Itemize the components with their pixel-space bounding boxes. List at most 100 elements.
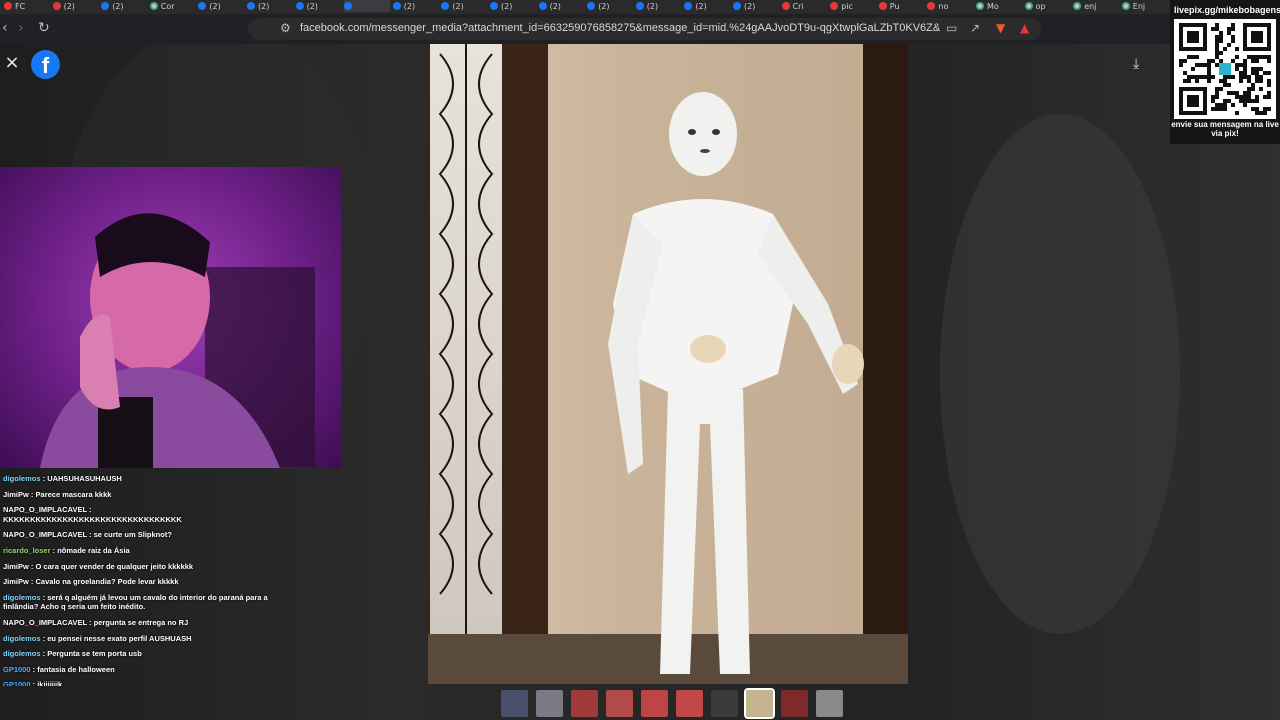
media-thumbnail[interactable] <box>711 690 738 717</box>
cast-icon[interactable]: ▭ <box>946 21 957 35</box>
url-text[interactable]: facebook.com/messenger_media?attachment_… <box>300 22 940 34</box>
qr-code-icon <box>1174 19 1276 119</box>
browser-tab[interactable]: (2) <box>733 0 779 12</box>
chat-text: se curte um Slipknot? <box>93 530 172 540</box>
chat-username[interactable]: NAPO_O_IMPLACAVEL <box>3 505 87 514</box>
tab-label: no <box>938 1 949 11</box>
chat-text: UAHSUHASUHAUSH <box>47 474 122 483</box>
browser-tab[interactable]: Cri <box>781 0 828 12</box>
tab-label: (2) <box>63 1 75 11</box>
browser-tab-strip: FC (2) (2) Cor (2) (2) (2) (2) (2) (2) (2) (2) (2) (2… <box>0 0 1280 14</box>
chrome-icon <box>149 2 158 10</box>
browser-tab[interactable]: Cor <box>149 0 196 12</box>
chat-text: nômade raiz da Ásia <box>57 545 130 555</box>
share-icon[interactable]: ↗ <box>970 21 980 35</box>
media-thumbnail[interactable] <box>501 690 528 717</box>
chat-username[interactable]: JimiPw <box>3 562 29 571</box>
streamer-silhouette <box>40 213 315 468</box>
chat-username[interactable]: NAPO_O_IMPLACAVEL <box>3 618 87 627</box>
chat-separator: : <box>28 489 36 499</box>
download-icon[interactable]: ⤓ <box>1133 56 1139 72</box>
chat-text: Cavalo na groelandia? Pode levar kkkkk <box>35 577 179 587</box>
browser-tab[interactable]: (2) <box>441 0 487 12</box>
tab-label: (2) <box>258 1 270 11</box>
chat-username[interactable]: NAPO_O_IMPLACAVEL <box>3 530 87 539</box>
tab-label: Enj <box>1132 1 1146 11</box>
address-bar[interactable]: ⚙︎ facebook.com/messenger_media?attachme… <box>248 18 1041 40</box>
browser-tab[interactable]: Pu <box>878 0 925 12</box>
browser-tab[interactable]: op <box>1024 0 1071 12</box>
youtube-icon <box>927 2 936 10</box>
media-thumbnail[interactable] <box>606 690 633 717</box>
forward-icon[interactable]: › <box>18 20 24 36</box>
tab-label: (2) <box>403 1 416 11</box>
chat-username[interactable]: digolemos <box>3 593 41 602</box>
facebook-icon <box>101 2 110 10</box>
media-thumbnail[interactable] <box>536 690 563 717</box>
tab-label: (2) <box>306 1 318 11</box>
chat-username[interactable]: digolemos <box>3 474 41 483</box>
browser-tab[interactable]: (2) <box>295 0 342 12</box>
browser-tab[interactable]: (2) <box>587 0 633 12</box>
chat-message: NAPO_O_IMPLACAVEL : se curte um Slipknot… <box>3 530 272 540</box>
chat-text: pergunta se entrega no RJ <box>93 617 189 627</box>
browser-tab[interactable]: (2) <box>198 0 244 12</box>
chat-message: digolemos : será q alguém já levou um ca… <box>3 593 272 612</box>
browser-tab[interactable]: (2) <box>101 0 147 12</box>
browser-tab[interactable]: (2) <box>538 0 585 12</box>
chat-username[interactable]: digolemos <box>3 649 41 658</box>
media-thumbnail[interactable] <box>641 690 668 717</box>
tab-label: (2) <box>209 1 221 11</box>
browser-tab[interactable]: pic <box>830 0 876 12</box>
facebook-logo[interactable]: f <box>31 50 60 79</box>
chat-username[interactable]: ricardo_loser <box>3 546 51 555</box>
reload-icon[interactable]: ↻ <box>38 20 50 36</box>
media-thumbnail[interactable] <box>676 690 703 717</box>
browser-tab[interactable]: (2) <box>684 0 730 12</box>
chrome-icon <box>976 2 984 10</box>
chat-message: JimiPw : O cara quer vender de qualquer … <box>3 562 272 572</box>
facebook-icon <box>490 2 498 10</box>
chat-username[interactable]: GP1000 <box>3 665 31 674</box>
media-thumbnail[interactable] <box>816 690 843 717</box>
browser-tab[interactable]: (2) <box>392 0 439 12</box>
chat-text: fantasia de halloween <box>37 664 115 674</box>
browser-tab[interactable]: Mo <box>976 0 1022 12</box>
tab-label: op <box>1035 1 1046 11</box>
media-thumbnail[interactable] <box>781 690 808 717</box>
brave-rewards-icon[interactable]: ▲ <box>1020 21 1029 35</box>
tab-label: FC <box>15 1 26 11</box>
brave-shield-icon[interactable]: ▼ <box>996 21 1005 35</box>
chat-message: digolemos : Pergunta se tem porta usb <box>3 649 272 659</box>
close-icon[interactable]: × <box>3 54 21 72</box>
browser-tab[interactable]: (2) <box>52 0 99 12</box>
browser-tab[interactable]: FC <box>4 0 50 12</box>
media-thumbnail[interactable] <box>571 690 598 717</box>
tab-label: (2) <box>646 1 659 11</box>
media-thumbnail[interactable] <box>744 688 775 719</box>
chat-username[interactable]: JimiPw <box>3 577 29 586</box>
chat-separator: : <box>86 505 92 515</box>
thumbnail-strip <box>501 688 843 719</box>
tab-label: Mo <box>987 1 999 11</box>
facebook-icon <box>733 2 741 10</box>
site-info-icon[interactable]: ⚙︎ <box>280 21 291 35</box>
facebook-icon <box>684 2 693 10</box>
tab-label: (2) <box>501 1 513 11</box>
browser-tab[interactable]: (2) <box>635 0 682 12</box>
tab-label: (2) <box>112 1 124 11</box>
chat-username[interactable]: digolemos <box>3 634 41 643</box>
back-icon[interactable]: ‹ <box>2 20 8 36</box>
browser-tab[interactable]: Enj <box>1121 0 1168 12</box>
browser-tab[interactable]: (2) <box>490 0 536 12</box>
browser-tab[interactable] <box>344 0 391 12</box>
browser-tab[interactable]: enj <box>1073 0 1119 12</box>
browser-tab[interactable]: (2) <box>247 0 293 12</box>
tab-label: (2) <box>744 1 756 11</box>
youtube-icon <box>52 2 61 10</box>
chat-username[interactable]: GP1000 <box>3 680 31 686</box>
browser-tab[interactable]: no <box>927 0 973 12</box>
chat-username[interactable]: JimiPw <box>3 490 29 499</box>
facebook-icon <box>295 2 304 10</box>
chat-separator: : <box>28 577 36 587</box>
